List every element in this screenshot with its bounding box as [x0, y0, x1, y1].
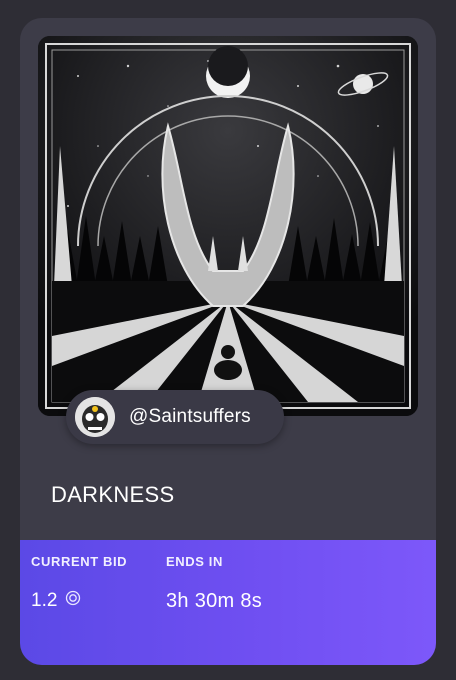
artwork-illustration: [38, 36, 418, 416]
artwork-image[interactable]: [38, 36, 418, 416]
ends-in-value: 3h 30m 8s: [166, 590, 263, 612]
skull-avatar-icon: [75, 397, 115, 437]
eth-circle-icon: [65, 590, 81, 612]
creator-handle[interactable]: @Saintsuffers: [129, 406, 251, 428]
artwork-title: DARKNESS: [51, 482, 175, 507]
creator-avatar[interactable]: [75, 397, 115, 437]
current-bid-label: CURRENT BID: [31, 554, 128, 569]
creator-chip[interactable]: @Saintsuffers: [66, 390, 284, 444]
current-bid-value-row: 1.2: [31, 590, 81, 612]
current-bid-value: 1.2: [31, 590, 58, 611]
ends-in-label: ENDS IN: [166, 554, 223, 569]
